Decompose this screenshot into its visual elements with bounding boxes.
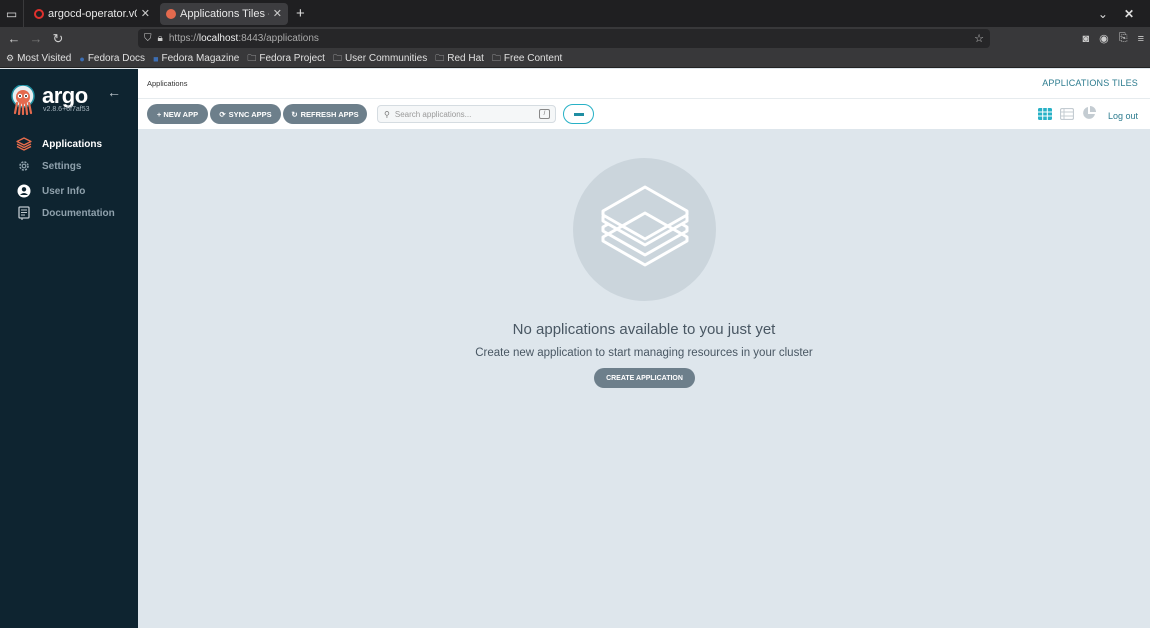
bookmark-free-content[interactable]: 🗀 Free Content — [492, 51, 562, 67]
bookmark-label: Fedora Project — [259, 53, 325, 64]
url-scheme: https:// — [168, 33, 199, 44]
bookmark-label: User Communities — [344, 53, 428, 64]
search-icon: ⚲ — [384, 109, 390, 119]
collapse-sidebar-icon[interactable]: ← — [107, 84, 121, 100]
sidebar-item-user-info[interactable]: User Info — [0, 180, 138, 202]
fedora-icon: ● — [79, 53, 85, 64]
sync-icon: ⟳ — [219, 109, 226, 119]
bookmark-label: Fedora Docs — [87, 53, 146, 64]
toolbar: + NEW APP ⟳ SYNC APPS ↻ REFRESH APPS ⚲ Sea… — [138, 99, 1150, 129]
search-shortcut-hint: / — [539, 109, 550, 119]
close-window-icon[interactable]: ✕ — [1124, 7, 1134, 21]
reload-button[interactable]: ↻ — [47, 31, 69, 47]
refresh-apps-button[interactable]: ↻ REFRESH APPS — [283, 104, 367, 124]
breadcrumb[interactable]: Applications — [147, 79, 187, 88]
bookmark-user-communities[interactable]: 🗀 User Communities — [333, 51, 427, 67]
new-tab-button[interactable]: + — [296, 5, 305, 22]
browser-tab[interactable]: argocd-operator.v0.8.0 · ✕ — [28, 3, 156, 25]
empty-state-subtitle: Create new application to start managing… — [475, 347, 813, 359]
browser-tab-strip: ▭ argocd-operator.v0.8.0 · ✕ Application… — [0, 0, 1150, 27]
page-header: Applications APPLICATIONS TILES — [138, 69, 1150, 99]
lock-icon: 🔒︎ — [157, 33, 163, 44]
sidebar: argo v2.8.6+6f7af53 ← Applications Setti… — [0, 69, 138, 628]
sidebar-item-label: Documentation — [42, 207, 115, 219]
list-view-icon[interactable] — [1059, 107, 1075, 125]
browser-navbar: ← → ↻ ⛉ 🔒︎ https://localhost:8443/applic… — [0, 27, 1150, 50]
gear-icon — [16, 159, 32, 173]
close-tab-icon[interactable]: ✕ — [141, 7, 150, 20]
empty-state-title: No applications available to you just ye… — [512, 321, 776, 338]
url-host: localhost — [198, 33, 239, 44]
filter-toggle-button[interactable] — [563, 104, 594, 124]
sidebar-item-label: Applications — [42, 138, 103, 150]
fm-icon: ■ — [153, 53, 159, 64]
new-app-button[interactable]: + NEW APP — [147, 104, 208, 124]
summary-view-icon[interactable] — [1082, 106, 1096, 125]
list-all-tabs-icon[interactable]: ⌄ — [1098, 7, 1108, 21]
bookmark-label: Most Visited — [17, 53, 72, 64]
bookmark-fedora-magazine[interactable]: ■ Fedora Magazine — [153, 53, 239, 64]
book-icon — [16, 206, 32, 220]
tiles-view-icon[interactable] — [1037, 107, 1052, 125]
forward-button[interactable]: → — [25, 31, 47, 46]
bookmark-label: Free Content — [503, 53, 563, 64]
url-bar[interactable]: ⛉ 🔒︎ https://localhost:8443/applications… — [138, 29, 990, 48]
folder-icon: 🗀 — [491, 52, 501, 63]
bookmark-fedora-docs[interactable]: ● Fedora Docs — [79, 53, 145, 64]
bookmark-fedora-project[interactable]: 🗀 Fedora Project — [247, 51, 325, 67]
gear-icon: ⚙ — [6, 53, 15, 63]
sync-apps-label: SYNC APPS — [228, 109, 272, 119]
bookmarks-bar: ⚙ Most Visited ● Fedora Docs ■ Fedora Magaz… — [0, 50, 1150, 68]
tab-list-button[interactable]: ▭ — [0, 0, 24, 27]
bookmark-star-icon[interactable]: ☆ — [974, 32, 984, 45]
extensions-icon[interactable]: ⎘ — [1119, 32, 1128, 45]
tab-title: argocd-operator.v0.8.0 · — [48, 7, 137, 20]
account-icon[interactable]: ◉ — [1099, 32, 1109, 45]
argo-favicon-icon — [166, 8, 176, 19]
sidebar-item-label: User Info — [42, 185, 86, 197]
page-title: APPLICATIONS TILES — [1042, 78, 1138, 88]
folder-icon: 🗀 — [247, 52, 257, 63]
main-content: No applications available to you just ye… — [138, 129, 1150, 628]
url-path: :8443/applications — [238, 33, 319, 44]
bookmark-label: Fedora Magazine — [161, 53, 240, 64]
pocket-icon[interactable]: ◙ — [1083, 33, 1090, 45]
layers-icon — [601, 185, 688, 266]
argo-logo-icon — [11, 85, 35, 115]
sidebar-item-documentation[interactable]: Documentation — [0, 202, 138, 224]
version-label: v2.8.6+6f7af53 — [43, 106, 90, 113]
empty-state-illustration — [573, 158, 716, 301]
sidebar-item-applications[interactable]: Applications — [0, 133, 138, 155]
refresh-apps-label: REFRESH APPS — [300, 109, 359, 119]
create-application-button[interactable]: CREATE APPLICATION — [594, 368, 695, 388]
folder-icon: 🗀 — [435, 52, 445, 63]
sync-apps-button[interactable]: ⟳ SYNC APPS — [210, 104, 281, 124]
folder-icon: 🗀 — [332, 52, 342, 63]
bookmark-red-hat[interactable]: 🗀 Red Hat — [435, 51, 484, 67]
sidebar-item-label: Settings — [42, 160, 82, 172]
tab-title: Applications Tiles - Argo — [180, 7, 269, 20]
openshift-favicon-icon — [34, 8, 44, 19]
filter-icon — [573, 112, 584, 116]
refresh-icon: ↻ — [291, 109, 298, 119]
sidebar-item-settings[interactable]: Settings — [0, 155, 138, 177]
close-tab-icon[interactable]: ✕ — [273, 7, 282, 20]
back-button[interactable]: ← — [3, 31, 25, 46]
logout-link[interactable]: Log out — [1108, 111, 1138, 121]
bookmark-most-visited[interactable]: ⚙ Most Visited — [6, 53, 71, 64]
menu-icon[interactable]: ≡ — [1138, 33, 1144, 45]
tab-list-icon: ▭ — [5, 6, 18, 21]
layers-icon — [16, 137, 32, 151]
user-icon — [16, 184, 32, 198]
bookmark-label: Red Hat — [447, 53, 484, 64]
search-placeholder: Search applications... — [394, 109, 472, 119]
shield-icon: ⛉ — [144, 33, 152, 44]
browser-tab-active[interactable]: Applications Tiles - Argo ✕ — [160, 2, 288, 25]
search-input[interactable]: ⚲ Search applications... / — [377, 105, 556, 123]
